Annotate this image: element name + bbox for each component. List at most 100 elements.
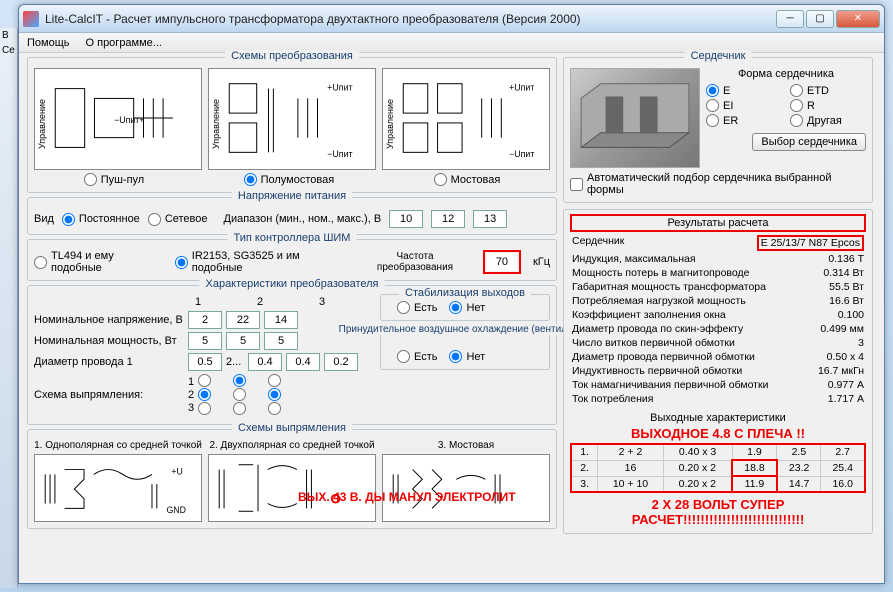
nom-v3-input[interactable] <box>264 311 298 329</box>
svg-text:+Uпит: +Uпит <box>509 83 534 93</box>
menu-help[interactable]: Помощь <box>27 37 70 49</box>
freq-unit: кГц <box>533 256 550 268</box>
result-row: Ток намагничивания первичной обмотки0.97… <box>570 378 866 392</box>
rect-3-3-radio[interactable] <box>268 402 281 415</box>
result-row: Габаритная мощность трансформатора55.5 В… <box>570 280 866 294</box>
rect-scheme3-diagram <box>382 454 550 522</box>
scheme-pushpull-radio[interactable]: Пуш-пул <box>84 173 145 186</box>
select-core-button[interactable]: Выбор сердечника <box>752 133 866 151</box>
rect-3-1-radio[interactable] <box>268 374 281 387</box>
conversion-schemes-group: Схемы преобразования Управление −Uпит+ У… <box>27 57 557 193</box>
rect-scheme1-title: 1. Однополярная со средней точкой <box>34 440 202 452</box>
annotation-bottom: 2 Х 28 ВОЛЬТ СУПЕР РАСЧЕТ!!!!!!!!!!!!!!!… <box>570 497 866 527</box>
rect-scheme2-title: 2. Двухполярная со средней точкой <box>208 440 376 452</box>
core-e-radio[interactable]: E <box>706 84 782 97</box>
power-supply-group: Напряжение питания Вид Постоянное Сетево… <box>27 197 557 235</box>
power-min-input[interactable] <box>389 210 423 228</box>
core-form-title: Форма сердечника <box>706 68 866 80</box>
rect-scheme1-diagram: +U GND <box>34 454 202 522</box>
char-title: Характеристики преобразователя <box>199 278 384 290</box>
controller-tl494-radio[interactable]: TL494 и ему подобные <box>34 250 163 274</box>
wire2-input[interactable] <box>286 353 320 371</box>
rect-1-3-radio[interactable] <box>198 402 211 415</box>
svg-text:+Uпит: +Uпит <box>327 83 352 93</box>
result-row: Потребляемая нагрузкой мощность16.6 Вт <box>570 294 866 308</box>
scheme-bridge-diagram: Управление +Uпит −Uпит <box>382 68 550 170</box>
wire-label: Диаметр провода <box>34 356 124 368</box>
rect-3-2-radio[interactable] <box>268 388 281 401</box>
power-dc-radio[interactable]: Постоянное <box>62 213 140 226</box>
minimize-button[interactable]: ─ <box>776 10 804 28</box>
power-range-label: Диапазон (мин., ном., макс.), В <box>224 213 382 225</box>
core-other-radio[interactable]: Другая <box>790 114 866 127</box>
auto-core-label: Автоматический подбор сердечника выбранн… <box>587 172 866 196</box>
controller-title: Тип контроллера ШИМ <box>228 232 357 244</box>
rectification-schemes-group: Схемы выпрямления 1. Однополярная со сре… <box>27 429 557 529</box>
stab-no-radio[interactable]: Нет <box>449 301 485 314</box>
result-row: Коэффициент заполнения окна0.100 <box>570 308 866 322</box>
nom-v-label: Номинальное напряжение, В <box>34 314 184 326</box>
rect-scheme3-title: 3. Мостовая <box>382 440 550 452</box>
rect-label: Схема выпрямления: <box>34 389 184 401</box>
main-window: Lite-CalcIT - Расчет импульсного трансфо… <box>18 4 885 584</box>
svg-text:−Uпит: −Uпит <box>509 149 534 159</box>
controller-ir2153-radio[interactable]: IR2153, SG3525 и им подобные <box>175 250 347 274</box>
annotation-43v: ВЫХ. 43 В. ДЫ МАНУЛ ЭЛЕКТРОЛИТ <box>298 490 516 504</box>
auto-core-checkbox[interactable] <box>570 178 583 191</box>
core-etd-radio[interactable]: ETD <box>790 84 866 97</box>
scheme-halfbridge-diagram: Управление +Uпит −Uпит <box>208 68 376 170</box>
svg-text:+U: +U <box>171 466 182 476</box>
rect-2-1-radio[interactable] <box>233 374 246 387</box>
result-row: Мощность потерь в магнитопроводе0.314 Вт <box>570 266 866 280</box>
nom-v2-input[interactable] <box>226 311 260 329</box>
nom-p3-input[interactable] <box>264 332 298 350</box>
core-ei-radio[interactable]: EI <box>706 99 782 112</box>
window-title: Lite-CalcIT - Расчет импульсного трансфо… <box>45 12 776 26</box>
core-er-radio[interactable]: ER <box>706 114 782 127</box>
result-row: Диаметр провода по скин-эффекту0.499 мм <box>570 322 866 336</box>
nom-p-label: Номинальная мощность, Вт <box>34 335 184 347</box>
result-row: Индукция, максимальная0.136 Т <box>570 252 866 266</box>
nom-p1-input[interactable] <box>188 332 222 350</box>
rect-1-2-radio[interactable] <box>198 388 211 401</box>
stab-yes-radio[interactable]: Есть <box>397 301 437 314</box>
power-kind-label: Вид <box>34 213 54 225</box>
rect-2-2-radio[interactable] <box>233 388 246 401</box>
power-ac-radio[interactable]: Сетевое <box>148 213 208 226</box>
result-row: Число витков первичной обмотки3 <box>570 336 866 350</box>
wire0-input[interactable] <box>188 353 222 371</box>
wire1-input[interactable] <box>248 353 282 371</box>
close-button[interactable]: ✕ <box>836 10 880 28</box>
annotation-48v: ВЫХОДНОЕ 4.8 С ПЛЕЧА !! <box>570 426 866 441</box>
results-group: Результаты расчета Сердечник E 25/13/7 N… <box>563 209 873 534</box>
scheme-pushpull-diagram: Управление −Uпит+ <box>34 68 202 170</box>
svg-text:−Uпит: −Uпит <box>327 149 352 159</box>
power-nom-input[interactable] <box>431 210 465 228</box>
result-core-value: E 25/13/7 N87 Epcos <box>757 235 864 251</box>
rect-1-1-radio[interactable] <box>198 374 211 387</box>
cooling-group: Принудительное воздушное охлаждение (вен… <box>380 331 550 370</box>
titlebar[interactable]: Lite-CalcIT - Расчет импульсного трансфо… <box>19 5 884 33</box>
output-row: 2.160.20 x 218.823.225.4 <box>571 460 865 476</box>
freq-input[interactable] <box>487 253 517 271</box>
cool-yes-radio[interactable]: Есть <box>397 350 437 363</box>
stabilization-group: Стабилизация выходов Есть Нет <box>380 294 550 321</box>
svg-text:GND: GND <box>167 505 186 515</box>
core-title: Сердечник <box>685 50 752 62</box>
rect-schemes-title: Схемы выпрямления <box>232 422 352 434</box>
maximize-button[interactable]: ▢ <box>806 10 834 28</box>
menubar: Помощь О программе... <box>19 33 884 53</box>
nom-p2-input[interactable] <box>226 332 260 350</box>
menu-about[interactable]: О программе... <box>86 37 162 49</box>
scheme-halfbridge-radio[interactable]: Полумостовая <box>244 173 335 186</box>
rect-2-3-radio[interactable] <box>233 402 246 415</box>
cool-no-radio[interactable]: Нет <box>449 350 485 363</box>
core-r-radio[interactable]: R <box>790 99 866 112</box>
output-table: 1.2 + 20.40 x 31.92.52.72.160.20 x 218.8… <box>570 443 866 493</box>
power-max-input[interactable] <box>473 210 507 228</box>
core-group: Сердечник Форма сердечника E <box>563 57 873 203</box>
scheme-bridge-radio[interactable]: Мостовая <box>434 173 501 186</box>
svg-text:−Uпит+: −Uпит+ <box>114 115 144 125</box>
wire3-input[interactable] <box>324 353 358 371</box>
nom-v1-input[interactable] <box>188 311 222 329</box>
